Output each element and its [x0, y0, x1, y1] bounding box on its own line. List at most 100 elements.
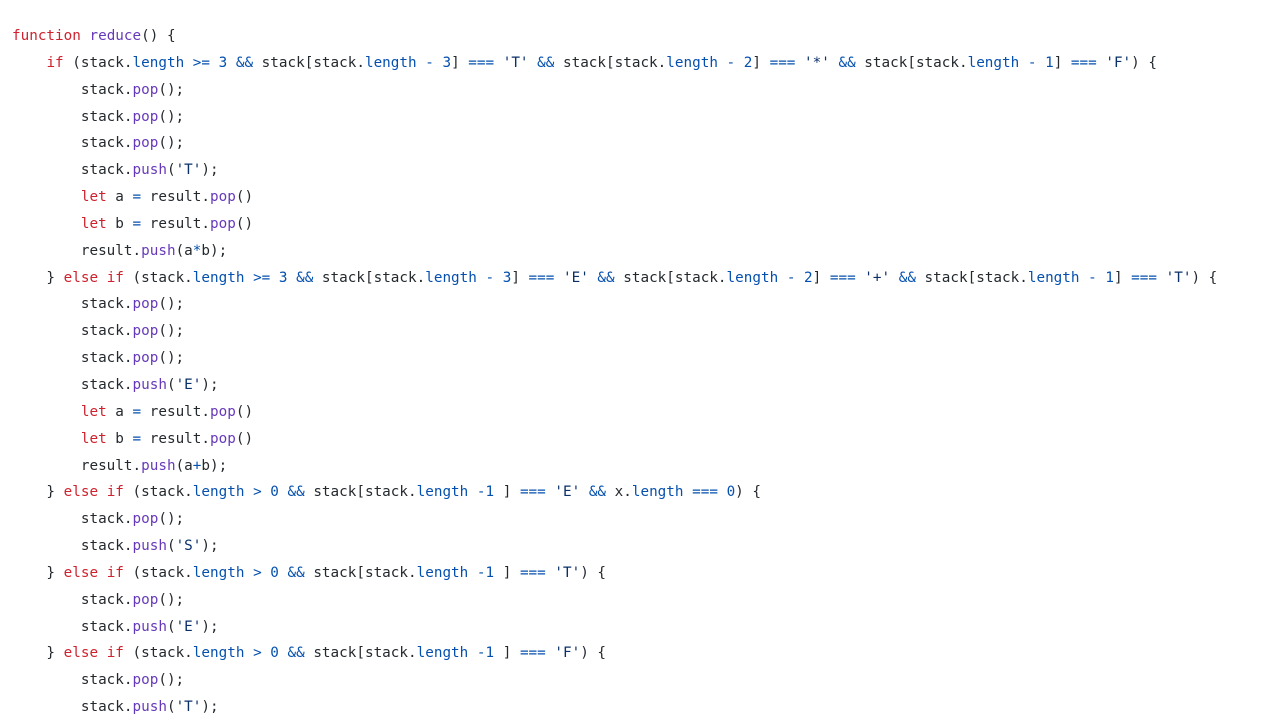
code-token-number: 3	[442, 54, 452, 71]
code-token-number: 1	[1045, 54, 1054, 71]
code-token-plain: stack[stack.	[554, 54, 667, 71]
code-line: stack.push('T');	[12, 157, 1272, 184]
code-line: stack.pop();	[12, 587, 1272, 614]
code-token-function: reduce	[89, 28, 142, 44]
code-token-property: length	[364, 54, 417, 71]
code-token-plain: ();	[158, 135, 185, 152]
code-token-plain: stack[stack.	[855, 54, 968, 71]
code-token-plain: stack.	[12, 618, 133, 635]
code-token-string: 'S'	[175, 538, 202, 555]
code-token-plain: stack[stack.	[304, 564, 417, 581]
code-token-property: length	[192, 484, 245, 501]
code-token-plain: }	[12, 484, 64, 501]
code-token-plain: stack.	[12, 81, 133, 98]
code-token-function: pop	[210, 189, 236, 206]
code-token-plain: }	[12, 269, 64, 286]
code-token-plain: stack.	[12, 296, 133, 313]
code-token-function: pop	[210, 215, 236, 232]
code-token-operator: =	[132, 189, 142, 206]
code-token-plain: stack.	[12, 672, 133, 689]
code-token-plain: ) {	[1191, 269, 1218, 286]
code-token-plain: (stack.	[123, 269, 193, 286]
code-token-plain: (	[166, 162, 176, 179]
code-token-operator: >	[253, 484, 262, 501]
code-token-operator: -	[485, 269, 495, 286]
code-token-plain: ]	[494, 645, 520, 662]
code-token-operator: &&	[898, 269, 916, 286]
code-token-plain: result.	[141, 430, 211, 447]
code-token-function: pop	[132, 672, 159, 689]
code-line: stack.pop();	[12, 506, 1272, 533]
code-token-string: 'T'	[554, 564, 581, 581]
code-token-property: length	[416, 564, 469, 581]
code-token-keyword: if	[106, 269, 124, 286]
code-token-function: pop	[132, 323, 159, 340]
code-token-plain: stack[stack.	[313, 269, 426, 286]
code-token-plain: ]	[451, 54, 469, 71]
code-token-operator: -	[476, 484, 486, 501]
code-token-operator: ===	[829, 269, 856, 286]
code-token-plain: stack.	[12, 108, 133, 125]
code-line: stack.pop();	[12, 77, 1272, 104]
code-token-keyword: else	[63, 564, 99, 581]
code-token-string: 'E'	[554, 484, 581, 501]
code-token-plain: ]	[1053, 54, 1071, 71]
code-token-number: 1	[485, 645, 495, 662]
code-token-property: length	[416, 484, 469, 501]
code-token-operator: =	[132, 403, 142, 420]
code-token-plain: (stack.	[123, 564, 193, 581]
code-token-operator: ===	[1131, 269, 1157, 286]
code-token-plain: stack[stack.	[253, 54, 365, 71]
code-token-plain: ]	[494, 484, 520, 501]
code-editor[interactable]: function reduce() { if (stack.length >= …	[12, 23, 1272, 720]
code-token-plain: ) {	[735, 484, 761, 501]
code-token-plain: (a	[175, 457, 193, 474]
code-token-function: pop	[132, 81, 159, 98]
code-token-plain: ]	[511, 269, 529, 286]
code-token-plain: a	[106, 189, 133, 206]
code-token-plain: b	[106, 215, 133, 232]
code-line: let b = result.pop()	[12, 426, 1272, 453]
code-token-property: length	[192, 564, 245, 581]
code-token-keyword: if	[106, 645, 124, 662]
code-token-string: '+'	[864, 269, 891, 286]
code-token-function: pop	[132, 591, 159, 608]
code-token-plain: ()	[235, 403, 254, 420]
code-token-plain: ();	[158, 591, 185, 608]
code-line: stack.push('T');	[12, 694, 1272, 720]
code-token-plain: );	[201, 162, 219, 179]
code-token-keyword: if	[46, 54, 64, 71]
code-token-property: length	[967, 54, 1020, 71]
code-token-keyword: function	[12, 28, 81, 44]
code-line: let b = result.pop()	[12, 211, 1272, 238]
code-token-keyword: else	[63, 269, 99, 286]
code-token-keyword: if	[106, 564, 124, 581]
code-token-number: 2	[804, 269, 813, 286]
code-token-plain: ) {	[580, 645, 607, 662]
code-line: stack.pop();	[12, 318, 1272, 345]
code-token-operator: =	[132, 215, 142, 232]
code-token-function: pop	[132, 350, 159, 367]
code-token-plain: stack.	[12, 323, 133, 340]
code-token-operator: =	[132, 430, 142, 447]
code-line: stack.pop();	[12, 130, 1272, 157]
code-token-operator: ===	[769, 54, 796, 71]
code-token-plain: );	[201, 538, 219, 555]
code-token-function: pop	[132, 108, 159, 125]
